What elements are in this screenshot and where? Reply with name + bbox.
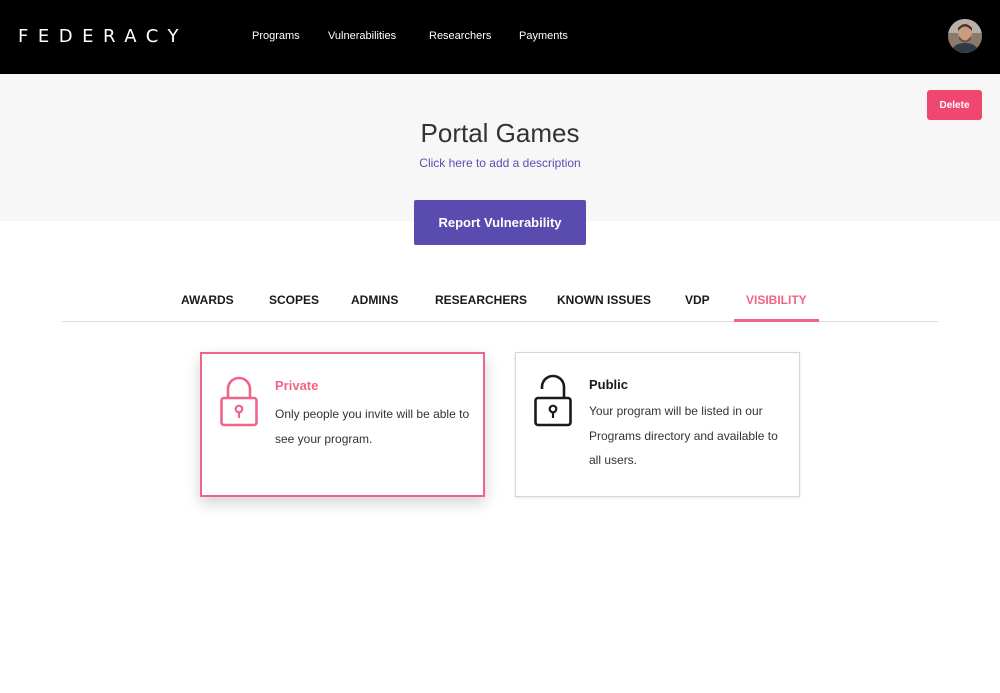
add-description-link[interactable]: Click here to add a description [0,156,1000,170]
tab-admins[interactable]: ADMINS [351,293,398,307]
private-title: Private [275,378,319,393]
tab-visibility[interactable]: VISIBILITY [746,293,807,307]
tab-known-issues[interactable]: KNOWN ISSUES [557,293,651,307]
visibility-option-public[interactable]: Public Your program will be listed in ou… [515,352,800,497]
page-title[interactable]: Portal Games [0,118,1000,149]
nav-link-programs[interactable]: Programs [252,30,300,42]
private-description: Only people you invite will be able to s… [275,407,470,446]
federacy-logo[interactable]: FEDERACY [18,26,188,47]
tab-researchers[interactable]: RESEARCHERS [435,293,527,307]
report-vulnerability-button[interactable]: Report Vulnerability [414,200,586,245]
tab-scopes[interactable]: SCOPES [269,293,319,307]
avatar-image [948,19,982,53]
tab-awards[interactable]: AWARDS [181,293,234,307]
public-title: Public [589,377,629,392]
active-tab-indicator [734,319,819,322]
lock-closed-icon [220,376,258,427]
nav-link-researchers[interactable]: Researchers [429,30,491,42]
public-description: Your program will be listed in our Progr… [589,404,778,467]
top-navbar: FEDERACY Programs Vulnerabilities Resear… [0,0,1000,74]
user-avatar[interactable] [948,19,982,53]
nav-link-vulnerabilities[interactable]: Vulnerabilities [328,30,396,42]
visibility-option-private[interactable]: Private Only people you invite will be a… [200,352,485,497]
nav-link-payments[interactable]: Payments [519,30,568,42]
delete-button[interactable]: Delete [927,90,982,120]
lock-open-icon [534,374,572,427]
tab-vdp[interactable]: VDP [685,293,710,307]
program-tabs: AWARDS SCOPES ADMINS RESEARCHERS KNOWN I… [62,280,938,322]
